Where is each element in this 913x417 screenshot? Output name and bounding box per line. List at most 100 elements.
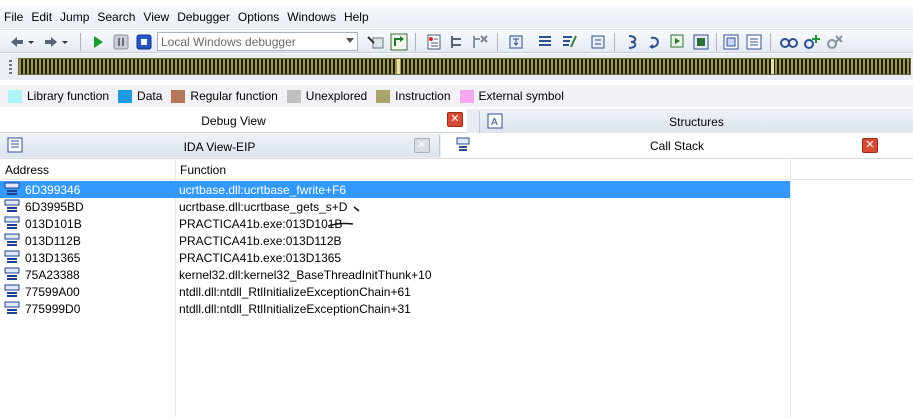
navigation-band-grip[interactable] [9,60,12,74]
tab-structures[interactable]: Structures [479,111,913,133]
close-icon[interactable]: ✕ [414,138,430,153]
step-trace-icon[interactable] [669,33,687,51]
thread-icon[interactable] [449,33,467,51]
row-address: 6D399346 [25,183,81,197]
step-over-icon[interactable] [536,33,554,51]
legend-item-unexplored: Unexplored [286,89,368,103]
legend-swatch [8,89,22,103]
menu-edit[interactable]: Edit [31,10,60,24]
basic-block-trace-icon[interactable] [692,33,710,51]
toolbar-separator [770,33,771,51]
column-header-label: Function [180,163,227,177]
forward-dropdown-icon[interactable] [60,33,70,51]
stack-frame-icon [4,199,20,212]
start-process-icon[interactable] [89,33,107,51]
menu-search[interactable]: Search [97,10,143,24]
color-legend: Library function Data Regular function U… [0,85,913,107]
table-row[interactable]: 6D3995BD ucrtbase.dll:ucrtbase_gets_s+D [0,198,790,215]
back-arrow-icon[interactable] [8,33,26,51]
add-watch-icon[interactable] [803,33,821,51]
stop-process-icon[interactable] [135,33,153,51]
return-trace-icon[interactable] [646,33,664,51]
menu-view[interactable]: View [143,10,177,24]
row-function: PRACTICA41b.exe:013D101B [179,217,343,231]
run-until-return-icon[interactable] [560,33,578,51]
column-header-function[interactable]: Function [175,159,790,180]
debugger-select-value: Local Windows debugger [161,35,296,49]
table-row[interactable]: 6D399346 ucrtbase.dll:ucrtbase_fwrite+F6 [0,181,790,198]
hand-drawn-annotation [327,206,360,227]
trace-icon[interactable] [624,33,642,51]
row-function: kernel32.dll:kernel32_BaseThreadInitThun… [179,268,432,282]
tab-ida-view-eip[interactable]: IDA View-EIP [0,135,440,157]
legend-swatch [171,89,186,103]
tab-debug-view[interactable]: Debug View [0,109,467,133]
call-stack-table: Address Function 6D399346 ucrtbase.dll:u… [0,158,913,417]
legend-label: Unexplored [305,89,368,103]
stack-frame-icon [4,216,20,229]
row-address: 013D101B [25,217,82,231]
table-row[interactable]: 013D101B PRACTICA41b.exe:013D101B [0,215,790,232]
legend-item-library-function: Library function [8,89,109,103]
row-function: ucrtbase.dll:ucrtbase_gets_s+D [179,200,348,214]
legend-item-instruction: Instruction [376,89,451,103]
delete-thread-icon[interactable] [471,33,489,51]
menu-windows[interactable]: Windows [287,10,344,24]
close-icon[interactable]: ✕ [862,138,878,153]
row-address: 77599A00 [25,285,80,299]
legend-label: External symbol [478,89,564,103]
navigation-band-strip[interactable] [18,58,911,75]
table-row[interactable]: 75A23388 kernel32.dll:kernel32_BaseThrea… [0,266,790,283]
navigation-band-segment [771,59,774,74]
column-divider[interactable] [790,159,791,417]
chevron-down-icon [346,38,354,43]
legend-swatch [376,89,391,103]
window-layout-icon[interactable] [722,33,740,51]
legend-label: Instruction [395,89,451,103]
row-address: 013D1365 [25,251,81,265]
back-dropdown-icon[interactable] [26,33,36,51]
stack-frame-icon [4,182,20,195]
stack-frame-icon [4,250,20,263]
column-header-address[interactable]: Address [0,159,175,180]
delete-watch-icon[interactable] [826,33,844,51]
tab-label: Debug View [201,114,266,128]
toolbar-separator [80,33,81,51]
legend-label: Regular function [190,89,278,103]
menu-options[interactable]: Options [238,10,287,24]
tab-label: IDA View-EIP [183,140,256,154]
watch-icon[interactable] [780,33,798,51]
navigation-band [0,54,913,80]
menu-file[interactable]: File [4,10,31,24]
step-icon[interactable] [390,33,408,51]
legend-swatch [459,89,474,103]
structures-icon: A [487,113,503,129]
tab-bar-top: Debug View ✕ Structures A [0,109,913,133]
stack-frame-icon [4,301,20,314]
close-icon[interactable]: ✕ [447,112,463,127]
step-into-icon[interactable] [507,33,525,51]
window-tile-icon[interactable] [745,33,763,51]
menu-help[interactable]: Help [344,10,377,24]
toolbar: Local Windows debugger [0,29,913,53]
svg-text:A: A [491,117,498,128]
table-row[interactable]: 77599A00 ntdll.dll:ntdll_RtlInitializeEx… [0,283,790,300]
toolbar-separator [614,33,615,51]
debugger-select[interactable]: Local Windows debugger [157,32,358,51]
run-to-cursor-icon[interactable] [589,33,607,51]
row-function: ucrtbase.dll:ucrtbase_fwrite+F6 [179,183,347,197]
menu-jump[interactable]: Jump [60,10,97,24]
breakpoint-list-icon[interactable] [425,33,443,51]
toolbar-separator [716,33,717,51]
table-row[interactable]: 775999D0 ntdll.dll:ntdll_RtlInitializeEx… [0,300,790,317]
attach-process-icon[interactable] [367,33,385,51]
table-row[interactable]: 013D112B PRACTICA41b.exe:013D112B [0,232,790,249]
forward-arrow-icon[interactable] [42,33,60,51]
row-address: 6D3995BD [25,200,84,214]
column-header-label: Address [5,163,50,177]
ida-view-icon [7,137,23,153]
menu-debugger[interactable]: Debugger [177,10,238,24]
pause-process-icon[interactable] [112,33,130,51]
table-row[interactable]: 013D1365 PRACTICA41b.exe:013D1365 [0,249,790,266]
tab-call-stack[interactable]: Call Stack [441,134,913,158]
